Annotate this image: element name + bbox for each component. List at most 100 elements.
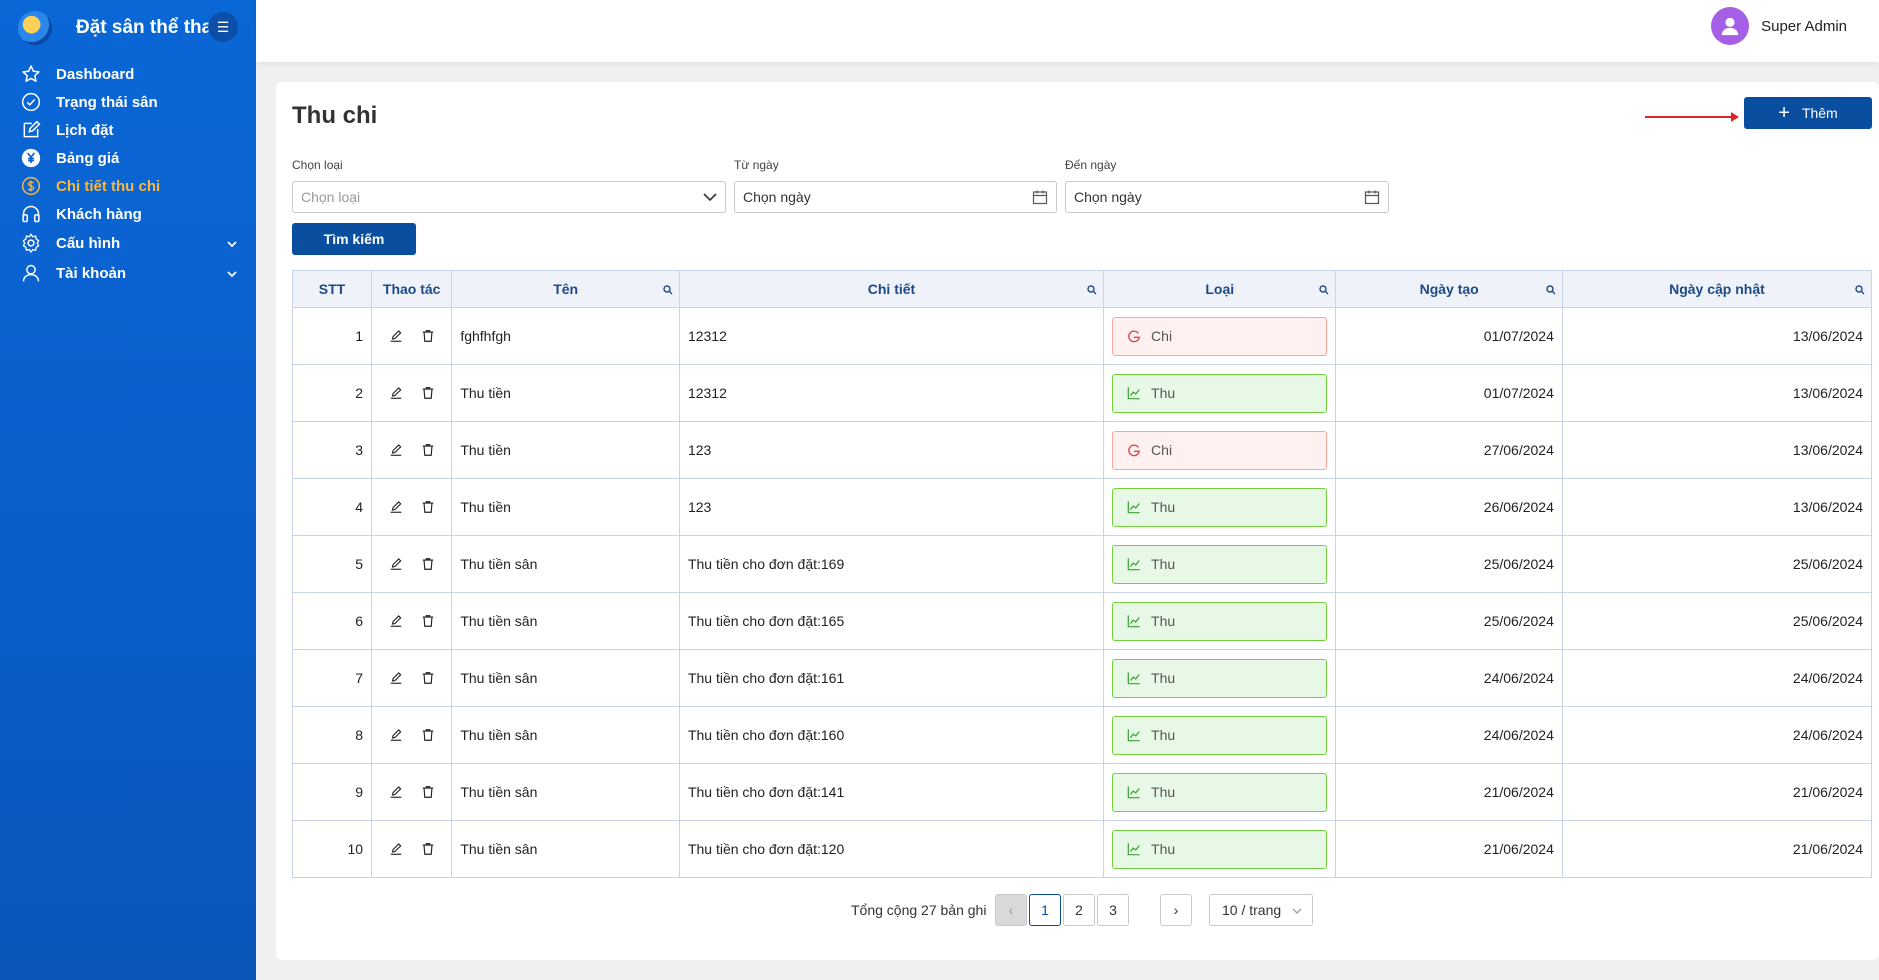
trash-icon[interactable] bbox=[417, 724, 439, 746]
cell-stt: 10 bbox=[291, 820, 373, 878]
table-row: 9 Thu tiền sân Thu tiền cho đơn đặt:141 Thu… bbox=[291, 763, 1873, 821]
cell-detail: Thu tiền cho đơn đặt:141 bbox=[678, 763, 1105, 821]
line-chart-icon bbox=[1127, 614, 1141, 628]
page-size-value: 10 / trang bbox=[1222, 902, 1282, 918]
sidebar-item-label: Dashboard bbox=[56, 65, 135, 83]
trash-icon[interactable] bbox=[417, 781, 439, 803]
cell-actions bbox=[371, 820, 453, 878]
cell-stt: 4 bbox=[291, 478, 373, 536]
to-date-picker[interactable]: Chọn ngày bbox=[1065, 181, 1389, 213]
edit-icon[interactable] bbox=[385, 382, 407, 404]
edit-icon[interactable] bbox=[385, 325, 407, 347]
page-button[interactable]: 1 bbox=[1029, 894, 1061, 926]
sidebar-item-label: Cấu hình bbox=[56, 234, 121, 252]
prev-page-button[interactable]: ‹ bbox=[995, 894, 1027, 926]
type-badge-label: Thu bbox=[1151, 556, 1176, 572]
menu-toggle-button[interactable]: ☰ bbox=[208, 12, 238, 42]
page-button[interactable]: 2 bbox=[1063, 894, 1095, 926]
trash-icon[interactable] bbox=[417, 439, 439, 461]
plus-icon: + bbox=[1778, 102, 1790, 124]
search-icon[interactable] bbox=[1546, 282, 1556, 298]
edit-icon[interactable] bbox=[385, 553, 407, 575]
gear-icon bbox=[20, 232, 42, 254]
page-button[interactable]: 3 bbox=[1097, 894, 1129, 926]
page-size-select[interactable]: 10 / trang bbox=[1209, 894, 1313, 926]
next-page-button[interactable]: › bbox=[1160, 894, 1192, 926]
from-date-picker[interactable]: Chọn ngày bbox=[734, 181, 1057, 213]
trash-icon[interactable] bbox=[417, 553, 439, 575]
edit-icon[interactable] bbox=[385, 496, 407, 518]
edit-icon[interactable] bbox=[385, 439, 407, 461]
star-icon bbox=[20, 63, 42, 85]
type-badge: Thu bbox=[1112, 487, 1328, 527]
cell-type: Thu bbox=[1103, 592, 1337, 650]
edit-icon[interactable] bbox=[385, 724, 407, 746]
search-icon[interactable] bbox=[1855, 282, 1865, 298]
cell-name: Thu tiền sân bbox=[451, 706, 680, 764]
search-icon[interactable] bbox=[1319, 282, 1329, 298]
sidebar-item[interactable]: Chi tiết thu chi bbox=[0, 172, 256, 200]
trash-icon[interactable] bbox=[417, 838, 439, 860]
cell-created: 25/06/2024 bbox=[1335, 592, 1563, 650]
table-row: 8 Thu tiền sân Thu tiền cho đơn đặt:160 Thu… bbox=[291, 706, 1873, 764]
col-header-label: Ngày tạo bbox=[1419, 281, 1479, 297]
type-select[interactable]: Chọn loại bbox=[292, 181, 726, 213]
add-button-label: Thêm bbox=[1801, 105, 1838, 121]
cell-actions bbox=[371, 307, 453, 365]
cell-created: 01/07/2024 bbox=[1335, 307, 1563, 365]
trash-icon[interactable] bbox=[417, 382, 439, 404]
headphones-icon bbox=[20, 203, 42, 225]
edit-icon[interactable] bbox=[385, 838, 407, 860]
cell-type: Chi bbox=[1103, 421, 1337, 479]
type-badge: Thu bbox=[1112, 373, 1328, 413]
table-row: 6 Thu tiền sân Thu tiền cho đơn đặt:165 Thu… bbox=[291, 592, 1873, 650]
user-icon bbox=[20, 262, 42, 284]
cell-created: 24/06/2024 bbox=[1335, 649, 1563, 707]
check-circle-icon bbox=[20, 91, 42, 113]
trash-icon[interactable] bbox=[417, 325, 439, 347]
cell-name: Thu tiền sân bbox=[451, 649, 680, 707]
edit-icon[interactable] bbox=[385, 667, 407, 689]
chevron-down-icon bbox=[226, 237, 238, 253]
search-button[interactable]: Tìm kiếm bbox=[292, 223, 416, 255]
line-chart-icon bbox=[1127, 785, 1141, 799]
search-icon[interactable] bbox=[663, 282, 673, 298]
cell-name: Thu tiền bbox=[451, 478, 680, 536]
cell-detail: 123 bbox=[678, 478, 1105, 536]
sidebar-item[interactable]: Cấu hình bbox=[0, 228, 256, 258]
sidebar-item[interactable]: Tài khoản bbox=[0, 258, 256, 288]
avatar[interactable] bbox=[1711, 7, 1750, 45]
sidebar-item[interactable]: Khách hàng bbox=[0, 200, 256, 228]
cell-detail: 123 bbox=[678, 421, 1105, 479]
sidebar-item-label: Tài khoản bbox=[56, 264, 127, 282]
chevron-down-icon bbox=[226, 267, 238, 283]
user-menu[interactable]: Super Admin bbox=[1711, 7, 1847, 45]
cell-detail: Thu tiền cho đơn đặt:161 bbox=[678, 649, 1105, 707]
cell-actions bbox=[371, 592, 453, 650]
cell-type: Thu bbox=[1103, 478, 1337, 536]
sidebar-item[interactable]: Lịch đặt bbox=[0, 116, 256, 144]
sidebar-item[interactable]: Trạng thái sân bbox=[0, 88, 256, 116]
cell-actions bbox=[371, 649, 453, 707]
cell-updated: 13/06/2024 bbox=[1561, 421, 1873, 479]
sidebar-item[interactable]: Bảng giá bbox=[0, 144, 256, 172]
sidebar-item[interactable]: Dashboard bbox=[0, 60, 256, 88]
cell-actions bbox=[371, 421, 453, 479]
add-button[interactable]: + Thêm bbox=[1744, 97, 1872, 129]
table-row: 1 fghfhfgh 12312 Chi 01/07/2024 13/06/2024 bbox=[291, 307, 1873, 365]
sidebar-nav: Dashboard Trạng thái sân Lịch đặt Bảng giá C… bbox=[0, 60, 256, 288]
sidebar-item-label: Bảng giá bbox=[56, 149, 120, 167]
top-header: Super Admin bbox=[256, 0, 1879, 62]
cell-actions bbox=[371, 535, 453, 593]
search-icon[interactable] bbox=[1087, 282, 1097, 298]
col-header-label: STT bbox=[318, 281, 346, 297]
brand-title: Đặt sân thể thao bbox=[76, 17, 211, 38]
type-filter-label: Chọn loại bbox=[292, 158, 343, 172]
edit-icon[interactable] bbox=[385, 610, 407, 632]
edit-icon[interactable] bbox=[385, 781, 407, 803]
trash-icon[interactable] bbox=[417, 496, 439, 518]
trash-icon[interactable] bbox=[417, 667, 439, 689]
annotation-arrow bbox=[1645, 112, 1739, 122]
trash-icon[interactable] bbox=[417, 610, 439, 632]
col-header-label: Tên bbox=[553, 281, 579, 297]
